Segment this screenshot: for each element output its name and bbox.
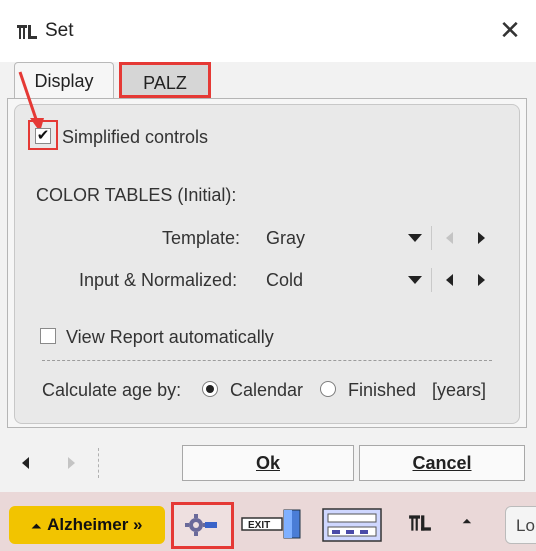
tab-palz[interactable]: PALZ — [119, 62, 211, 98]
separator — [431, 268, 432, 292]
dashed-divider — [42, 360, 492, 361]
alzheimer-label: Alzheimer » — [47, 515, 143, 534]
view-report-label: View Report automatically — [66, 327, 274, 347]
ok-button[interactable]: Ok — [182, 445, 354, 481]
exit-icon[interactable]: EXIT — [240, 506, 306, 547]
separator — [431, 226, 432, 250]
simplified-controls-checkbox[interactable]: ✔ — [35, 128, 51, 144]
eject-icon: ⏶ — [31, 519, 42, 533]
cancel-label: Cancel — [412, 453, 472, 473]
color-tables-heading: COLOR TABLES (Initial): — [36, 185, 237, 205]
view-report-checkbox[interactable] — [40, 328, 56, 344]
age-unit-label: [years] — [432, 380, 487, 400]
calendar-radio[interactable] — [202, 381, 218, 397]
pmod-app-icon — [16, 22, 38, 42]
simplified-controls-label: Simplified controls — [62, 127, 209, 147]
input-normalized-next-icon[interactable] — [478, 274, 485, 286]
pmod-taskbar-icon[interactable] — [408, 512, 432, 539]
input-normalized-dropdown-icon[interactable] — [408, 276, 422, 284]
window-title: Set — [45, 20, 74, 41]
input-normalized-value[interactable]: Cold — [266, 270, 303, 291]
report-icon[interactable] — [322, 508, 382, 547]
finished-radio[interactable] — [320, 381, 336, 397]
input-normalized-prev-icon[interactable] — [446, 274, 453, 286]
calendar-label: Calendar — [230, 380, 304, 400]
template-next-icon[interactable] — [478, 232, 485, 244]
template-value[interactable]: Gray — [266, 228, 305, 249]
settings-gear-button[interactable] — [171, 502, 234, 549]
input-normalized-label: Input & Normalized: — [79, 270, 238, 290]
alzheimer-button[interactable]: ⏶ Alzheimer » — [9, 506, 165, 544]
close-button[interactable]: ✕ — [495, 15, 525, 45]
template-prev-icon[interactable] — [446, 232, 453, 244]
calculate-age-label: Calculate age by: — [42, 380, 182, 400]
template-label: Template: — [162, 228, 241, 248]
template-dropdown-icon[interactable] — [408, 234, 422, 242]
footer-prev-icon[interactable] — [22, 457, 29, 469]
footer-next-icon[interactable] — [68, 457, 75, 469]
eject-small-icon[interactable]: ⏶ — [462, 514, 472, 529]
svg-text:EXIT: EXIT — [248, 520, 270, 531]
finished-label: Finished — [348, 380, 417, 400]
title-bar — [0, 0, 536, 62]
partial-button[interactable]: Lo — [505, 506, 536, 544]
cancel-button[interactable]: Cancel — [359, 445, 525, 481]
footer-separator — [98, 448, 99, 478]
settings-group — [14, 104, 520, 424]
gear-icon — [185, 514, 217, 536]
ok-label: Ok — [255, 453, 280, 473]
